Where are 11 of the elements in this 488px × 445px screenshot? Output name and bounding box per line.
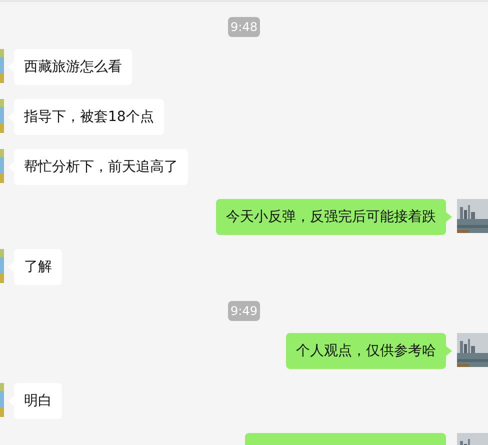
bubble-tail xyxy=(446,212,452,222)
message-bubble: 了解 xyxy=(14,249,62,285)
message-bubble: 个人观点，仅供参考哈 xyxy=(286,333,446,369)
message-bubble: 明白 xyxy=(14,383,62,419)
message-bubble: 指导下，被套18个点 xyxy=(14,99,164,135)
message-bubble: 今天小反弹，反强完后可能接着跌 xyxy=(216,199,446,235)
timestamp: 9:49 xyxy=(228,301,260,321)
bubble-tail xyxy=(446,346,452,356)
message-bubble: 帮忙分析下，前天追高了 xyxy=(14,149,188,185)
timestamp: 9:48 xyxy=(228,17,260,37)
message-bubble: 西藏旅游怎么看 xyxy=(14,49,132,85)
